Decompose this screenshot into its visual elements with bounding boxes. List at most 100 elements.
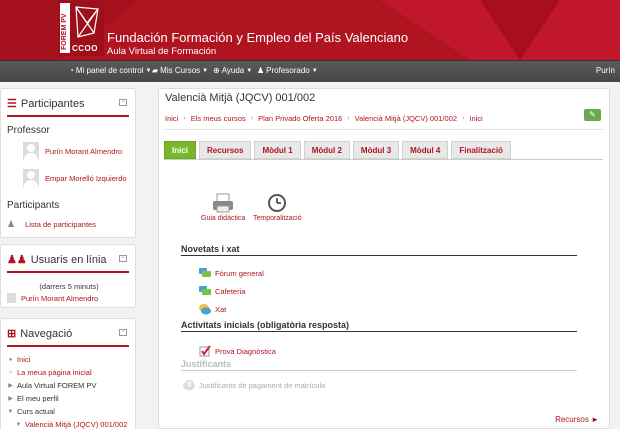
breadcrumb-item[interactable]: Els meus cursos — [191, 114, 246, 123]
participants-block-header: ☰ Participantes — [7, 97, 85, 111]
users-icon: ♟♟ — [7, 254, 27, 266]
activity-label[interactable]: Cafeteria — [215, 287, 245, 296]
tab-modul-4[interactable]: Mòdul 4 — [402, 141, 449, 159]
forem-logo[interactable]: FOREM PV CCOO — [58, 1, 104, 56]
nav-tree-item-home[interactable]: ● Inici — [7, 355, 31, 364]
nav-tree-label: Curs actual — [17, 407, 55, 416]
nav-dashboard[interactable]: ◔ Mi panel de control ▼ — [69, 66, 151, 75]
tab-modul-2[interactable]: Mòdul 2 — [303, 141, 350, 159]
chevron-down-icon: ▼ — [246, 67, 253, 74]
edit-icon: ✎ — [589, 110, 596, 119]
assignment-icon — [183, 380, 195, 391]
nav-teachers-label: Profesorado — [266, 66, 310, 75]
next-section-link[interactable]: Recursos ► — [555, 415, 599, 424]
online-user-item[interactable]: Purín Morant Almendro — [7, 293, 98, 303]
section-divider — [181, 370, 577, 371]
block-divider — [7, 271, 129, 273]
bullet-icon: ● — [8, 356, 13, 363]
user-menu[interactable]: Purín — [596, 66, 615, 75]
page-title: Valencià Mitjà (JQCV) 001/002 — [165, 92, 316, 104]
online-users-block-header: ♟♟ Usuaris en línia — [7, 253, 107, 267]
collapse-arrow-icon: ▼ — [15, 421, 22, 428]
nav-tree-label[interactable]: Valencià Mitjà (JQCV) 001/002 — [25, 420, 127, 429]
main-navbar: ◔ Mi panel de control ▼ ▰ Mis Cursos ▼ ⊕… — [0, 60, 620, 82]
professor-name[interactable]: Empar Morelló Izquierdo — [45, 174, 127, 183]
nav-my-courses[interactable]: ▰ Mis Cursos ▼ — [152, 66, 208, 75]
nav-tree-item-my-home[interactable]: ○ La meua pàgina inicial — [7, 368, 92, 377]
block-divider — [7, 115, 129, 117]
breadcrumb: Inici › Els meus cursos › Plan Privado O… — [165, 110, 605, 127]
expand-arrow-icon: ▶ — [8, 396, 13, 402]
tab-recursos[interactable]: Recursos — [199, 141, 252, 159]
participants-list-link[interactable]: ♟ Lista de participantes — [7, 219, 96, 230]
resource-label[interactable]: Guia didàctica — [201, 215, 245, 222]
nav-tree-label[interactable]: La meua pàgina inicial — [17, 368, 92, 377]
nav-tree-item-profile[interactable]: ▶ El meu perfil — [7, 394, 59, 403]
users-icon: ♟ — [257, 66, 265, 75]
nav-teachers[interactable]: ♟ Profesorado ▼ — [257, 66, 318, 75]
course-tabs: Inici Recursos Mòdul 1 Mòdul 2 Mòdul 3 M… — [164, 141, 511, 159]
nav-tree-item-site[interactable]: ▶ Aula Virtual FOREM PV — [7, 381, 96, 390]
chevron-right-icon: › — [183, 115, 186, 122]
chevron-down-icon: ▼ — [311, 67, 318, 74]
nav-tree-label: El meu perfil — [17, 394, 59, 403]
participants-label: Participants — [7, 200, 60, 211]
navigation-block-title: Navegació — [20, 327, 73, 340]
breadcrumb-item[interactable]: Inici — [165, 114, 178, 123]
tab-finalitzacio[interactable]: Finalització — [451, 141, 511, 159]
activity-label[interactable]: Fòrum general — [215, 269, 264, 278]
nav-help[interactable]: ⊕ Ayuda ▼ — [213, 66, 252, 75]
tab-divider — [164, 159, 603, 160]
resource-label[interactable]: Temporalització — [253, 215, 302, 222]
forum-icon — [199, 286, 211, 295]
participants-block-title: Participantes — [20, 97, 85, 110]
activity-forum-general[interactable]: Fòrum general — [199, 268, 264, 279]
professor-item[interactable]: Empar Morelló Izquierdo — [23, 169, 127, 187]
chevron-right-icon: › — [347, 115, 350, 122]
professor-item[interactable]: Purín Morant Almendro — [23, 142, 122, 160]
activity-justificants[interactable]: Justificants de pagament de matrícula — [183, 380, 325, 391]
chevron-right-icon: › — [462, 115, 465, 122]
nav-tree-item-course[interactable]: ▼ Valencià Mitjà (JQCV) 001/002 — [15, 420, 128, 429]
online-user-name[interactable]: Purín Morant Almendro — [21, 294, 98, 303]
expand-arrow-icon: ▶ — [8, 383, 13, 389]
edit-mode-button[interactable]: ✎ — [584, 109, 601, 121]
collapse-block-icon[interactable]: − — [119, 99, 127, 106]
section-title: Justificants — [181, 359, 232, 369]
tab-modul-3[interactable]: Mòdul 3 — [352, 141, 400, 159]
nav-tree-label[interactable]: Inici — [17, 355, 30, 364]
tab-inici[interactable]: Inici — [164, 141, 197, 159]
activity-cafeteria[interactable]: Cafeteria — [199, 286, 245, 297]
dashboard-icon: ◔ — [69, 66, 74, 75]
network-graphic-icon — [75, 6, 99, 38]
activity-label[interactable]: Justificants de pagament de matrícula — [199, 381, 325, 390]
user-icon: ♟ — [7, 219, 16, 229]
navigation-block: ⊞ Navegació − ● Inici ○ La meua pàgina i… — [0, 318, 136, 429]
professor-name[interactable]: Purín Morant Almendro — [45, 147, 122, 156]
section-title: Activitats inicials (obligatòria respost… — [181, 320, 350, 330]
collapse-block-icon[interactable]: − — [119, 329, 127, 336]
tab-modul-1[interactable]: Mòdul 1 — [254, 141, 301, 159]
section-divider — [181, 255, 577, 256]
resource-guia-didactica[interactable]: Guia didàctica — [201, 193, 245, 222]
activity-label[interactable]: Xat — [215, 305, 226, 314]
activity-label[interactable]: Prova Diagnòstica — [215, 347, 276, 356]
participants-list-label[interactable]: Lista de participantes — [25, 220, 96, 229]
activity-xat[interactable]: Xat — [199, 304, 226, 315]
breadcrumb-item[interactable]: Plan Privado Oferta 2016 — [258, 114, 342, 123]
printer-icon — [213, 193, 234, 213]
nav-tree-label: Aula Virtual FOREM PV — [17, 381, 97, 390]
collapse-block-icon[interactable]: − — [119, 255, 127, 262]
sitemap-icon: ⊞ — [7, 328, 17, 340]
online-users-note: (darrers 5 minuts) — [39, 282, 99, 291]
chevron-down-icon: ▼ — [145, 67, 152, 74]
resource-temporalitzacio[interactable]: Temporalització — [253, 193, 302, 222]
nav-tree-item-current-course[interactable]: ▼ Curs actual — [7, 407, 55, 416]
activity-prova-diagnostica[interactable]: Prova Diagnòstica — [199, 345, 276, 357]
avatar — [23, 142, 39, 160]
section-divider — [181, 331, 577, 332]
logo-vertical-mark: FOREM PV — [60, 3, 70, 53]
online-users-block-title: Usuaris en línia — [30, 253, 107, 266]
breadcrumb-item[interactable]: Valencià Mitjà (JQCV) 001/002 — [355, 114, 457, 123]
course-main-panel: Valencià Mitjà (JQCV) 001/002 Inici › El… — [158, 88, 610, 429]
